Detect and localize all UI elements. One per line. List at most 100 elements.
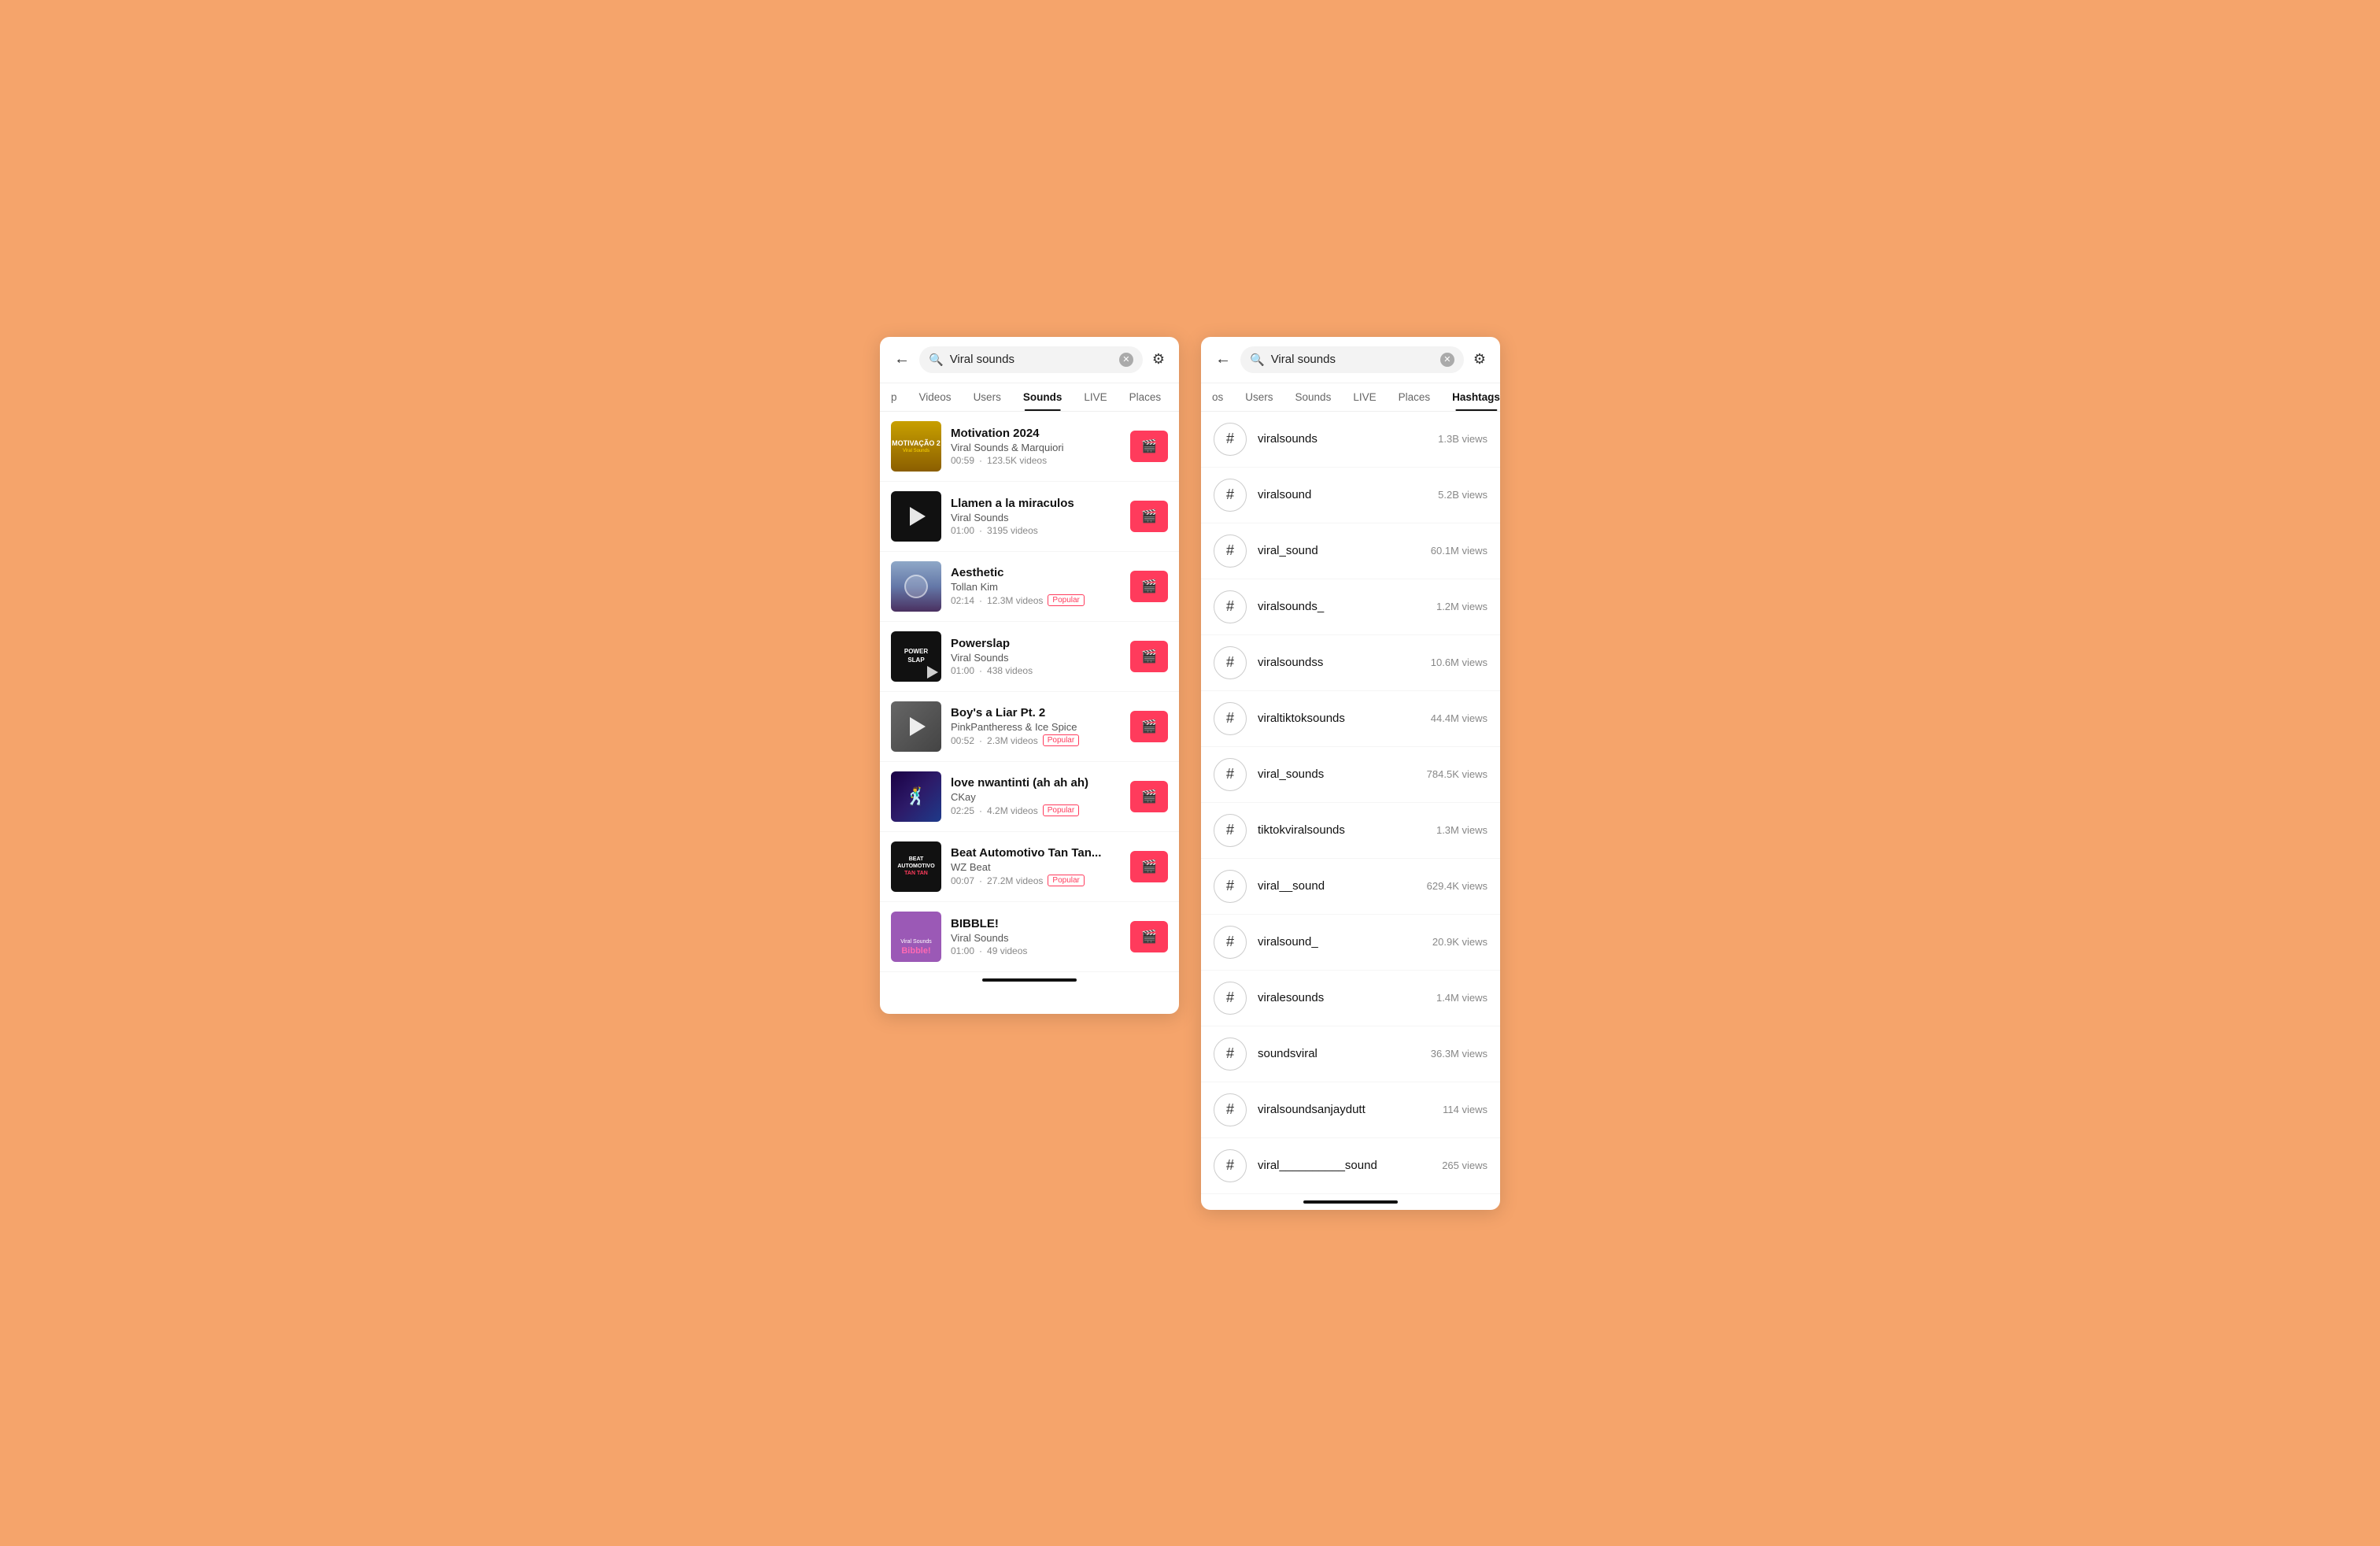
sound-thumb-aesthetic[interactable] [891,561,941,612]
use-button-love[interactable]: 🎬 [1130,781,1168,812]
tab-hashtags[interactable]: Hashtags [1441,383,1500,411]
camera-icon-motivation: 🎬 [1141,438,1157,454]
popular-badge-aesthetic: Popular [1048,594,1084,606]
tab-live-left[interactable]: LIVE [1073,383,1118,411]
back-button-right[interactable]: ← [1212,347,1234,372]
hashtag-item-1[interactable]: # viralsound 5.2B views [1201,468,1500,523]
hashtag-views-4: 10.6M views [1431,656,1488,668]
hashtag-item-8[interactable]: # viral__sound 629.4K views [1201,859,1500,915]
tab-users-right[interactable]: Users [1234,383,1284,411]
search-bar-left: ← 🔍 Viral sounds ✕ ⚙ [880,337,1179,383]
sound-videos-bibble: 49 videos [987,945,1027,956]
search-icon-right: 🔍 [1250,353,1265,367]
sound-info-powerslap: Powerslap Viral Sounds 01:00 · 438 video… [951,637,1121,676]
hashtag-item-9[interactable]: # viralsound_ 20.9K views [1201,915,1500,971]
sound-list: MOTIVAÇÃO 2 Viral Sounds Motivation 2024… [880,412,1179,972]
hashtag-name-3: viralsounds_ [1258,600,1425,613]
sound-meta-powerslap: 01:00 · 438 videos [951,665,1121,676]
hashtag-views-6: 784.5K views [1427,768,1488,780]
hashtag-item-10[interactable]: # viralesounds 1.4M views [1201,971,1500,1026]
sound-thumb-boysaliar[interactable] [891,701,941,752]
tab-sounds[interactable]: Sounds [1012,383,1074,411]
camera-icon-bibble: 🎬 [1141,929,1157,945]
hashtag-item-3[interactable]: # viralsounds_ 1.2M views [1201,579,1500,635]
use-button-llamen[interactable]: 🎬 [1130,501,1168,532]
tab-users-left[interactable]: Users [963,383,1012,411]
sound-videos-love: 4.2M videos [987,805,1038,816]
use-button-bibble[interactable]: 🎬 [1130,921,1168,952]
sound-item-beat: BEATAUTOMOTIVOTAN TAN Beat Automotivo Ta… [880,832,1179,902]
use-button-aesthetic[interactable]: 🎬 [1130,571,1168,602]
use-button-beat[interactable]: 🎬 [1130,851,1168,882]
hashtag-views-5: 44.4M views [1431,712,1488,724]
bottom-bar-right [1303,1200,1398,1204]
tab-has[interactable]: Has [1172,383,1179,411]
sound-item-bibble: Viral Sounds Bibble! BIBBLE! Viral Sound… [880,902,1179,972]
sound-author-love: CKay [951,791,1121,803]
sound-item-love: 🕺 love nwantinti (ah ah ah) CKay 02:25 ·… [880,762,1179,832]
sound-author-beat: WZ Beat [951,861,1121,873]
hashtag-item-0[interactable]: # viralsounds 1.3B views [1201,412,1500,468]
use-button-boysaliar[interactable]: 🎬 [1130,711,1168,742]
hashtag-name-0: viralsounds [1258,432,1427,446]
sound-author-boysaliar: PinkPantheress & Ice Spice [951,721,1121,733]
hashtag-name-7: tiktokviralsounds [1258,823,1425,837]
hashtag-item-4[interactable]: # viralsoundss 10.6M views [1201,635,1500,691]
hashtag-item-2[interactable]: # viral_sound 60.1M views [1201,523,1500,579]
sound-info-love: love nwantinti (ah ah ah) CKay 02:25 · 4… [951,776,1121,816]
hash-circle-11: # [1214,1037,1247,1071]
tab-live-right[interactable]: LIVE [1342,383,1387,411]
sound-info-bibble: BIBBLE! Viral Sounds 01:00 · 49 videos [951,917,1121,956]
bottom-bar-left [982,978,1077,982]
sound-info-llamen: Llamen a la miraculos Viral Sounds 01:00… [951,497,1121,536]
sound-item-boysaliar: Boy's a Liar Pt. 2 PinkPantheress & Ice … [880,692,1179,762]
clear-button-left[interactable]: ✕ [1119,353,1133,367]
sound-videos-beat: 27.2M videos [987,875,1043,886]
back-button-left[interactable]: ← [891,347,913,372]
sound-duration-beat: 00:07 [951,875,974,886]
screens-container: ← 🔍 Viral sounds ✕ ⚙ p Videos Users Soun… [880,337,1500,1210]
use-button-motivation[interactable]: 🎬 [1130,431,1168,462]
sound-author-motivation: Viral Sounds & Marquiori [951,442,1121,453]
search-input-wrap-right[interactable]: 🔍 Viral sounds ✕ [1240,346,1464,373]
hashtag-item-13[interactable]: # viral__________sound 265 views [1201,1138,1500,1194]
sound-thumb-motivation[interactable]: MOTIVAÇÃO 2 Viral Sounds [891,421,941,472]
sound-thumb-love[interactable]: 🕺 [891,771,941,822]
hashtag-name-9: viralsound_ [1258,935,1421,949]
hashtag-views-8: 629.4K views [1427,880,1488,892]
tab-p[interactable]: p [880,383,908,411]
tab-videos[interactable]: Videos [908,383,963,411]
sound-thumb-llamen[interactable] [891,491,941,542]
hash-circle-2: # [1214,534,1247,568]
hashtag-name-5: viraltiktoksounds [1258,712,1420,725]
hash-circle-0: # [1214,423,1247,456]
tab-os[interactable]: os [1201,383,1234,411]
tab-sounds-right[interactable]: Sounds [1284,383,1343,411]
play-overlay-llamen [891,491,941,542]
sound-meta-llamen: 01:00 · 3195 videos [951,525,1121,536]
hashtag-item-5[interactable]: # viraltiktoksounds 44.4M views [1201,691,1500,747]
clear-button-right[interactable]: ✕ [1440,353,1454,367]
sound-author-bibble: Viral Sounds [951,932,1121,944]
hash-circle-3: # [1214,590,1247,623]
hashtag-item-7[interactable]: # tiktokviralsounds 1.3M views [1201,803,1500,859]
search-input-wrap-left[interactable]: 🔍 Viral sounds ✕ [919,346,1143,373]
left-screen: ← 🔍 Viral sounds ✕ ⚙ p Videos Users Soun… [880,337,1179,1014]
use-button-powerslap[interactable]: 🎬 [1130,641,1168,672]
sound-info-motivation: Motivation 2024 Viral Sounds & Marquiori… [951,427,1121,466]
hashtag-item-6[interactable]: # viral_sounds 784.5K views [1201,747,1500,803]
filter-button-right[interactable]: ⚙ [1470,348,1489,371]
camera-icon-boysaliar: 🎬 [1141,719,1157,734]
sound-thumb-powerslap[interactable]: POWERSLAP [891,631,941,682]
sound-meta-boysaliar: 00:52 · 2.3M videos Popular [951,734,1121,746]
tab-places-left[interactable]: Places [1118,383,1173,411]
sound-thumb-bibble[interactable]: Viral Sounds Bibble! [891,912,941,962]
search-text-left: Viral sounds [950,353,1113,366]
filter-button-left[interactable]: ⚙ [1149,348,1168,371]
sound-thumb-beat[interactable]: BEATAUTOMOTIVOTAN TAN [891,841,941,892]
hash-circle-9: # [1214,926,1247,959]
hashtag-name-8: viral__sound [1258,879,1416,893]
tab-places-right[interactable]: Places [1388,383,1442,411]
hashtag-item-11[interactable]: # soundsviral 36.3M views [1201,1026,1500,1082]
hashtag-item-12[interactable]: # viralsoundsanjaydutt 114 views [1201,1082,1500,1138]
